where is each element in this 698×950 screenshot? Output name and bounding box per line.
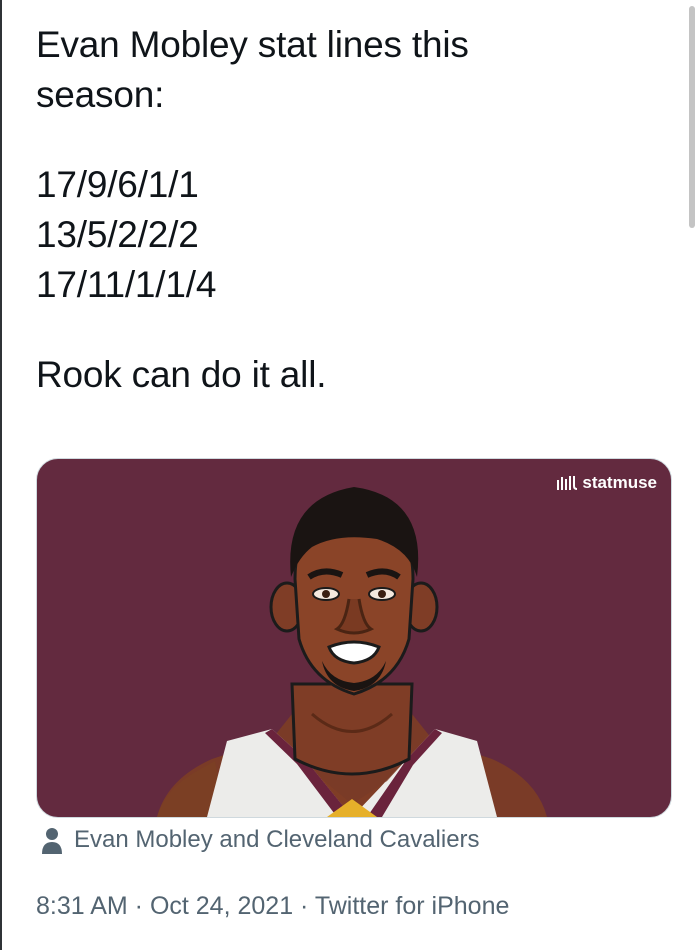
person-icon: [42, 828, 62, 854]
tweet-text: Evan Mobley stat lines this season: 17/9…: [36, 20, 656, 400]
stat-line-2: 13/5/2/2/2: [36, 214, 199, 255]
media-card[interactable]: statmuse: [36, 458, 672, 818]
tweet-line-1: Evan Mobley stat lines this: [36, 24, 469, 65]
tweet-line-2: season:: [36, 74, 165, 115]
tagged-users[interactable]: Evan Mobley and Cleveland Cavaliers: [40, 826, 480, 854]
scrollbar-thumb[interactable]: [689, 6, 695, 228]
player-illustration: [157, 487, 547, 817]
scrollbar-track[interactable]: [684, 0, 698, 950]
stat-line-3: 17/11/1/1/4: [36, 264, 217, 305]
left-border: [0, 0, 2, 950]
tweet-timestamp[interactable]: 8:31 AM · Oct 24, 2021 · Twitter for iPh…: [36, 892, 509, 921]
stat-line-1: 17/9/6/1/1: [36, 164, 199, 205]
tweet-closing-line: Rook can do it all.: [36, 354, 327, 395]
tagged-users-text[interactable]: Evan Mobley and Cleveland Cavaliers: [74, 826, 480, 854]
